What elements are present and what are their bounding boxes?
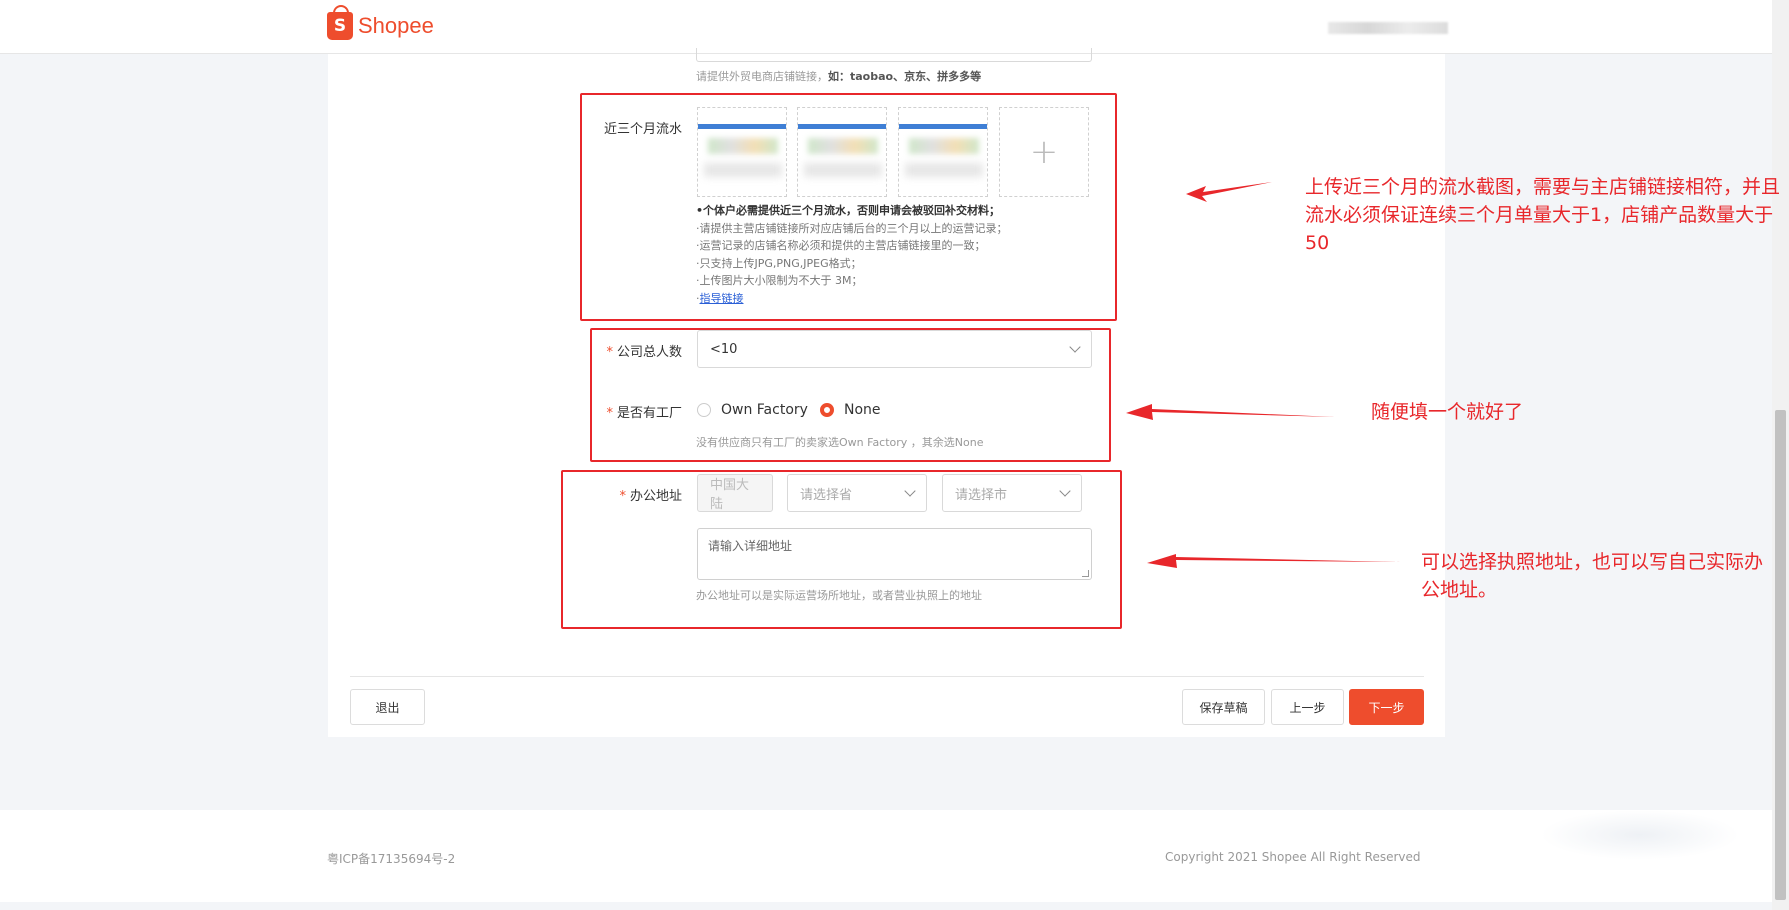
arrow-icon-3 — [1147, 554, 1400, 568]
annotation-turnover: 上传近三个月的流水截图，需要与主店铺链接相符，并且流水必须保证连续三个月单量大于… — [1305, 176, 1781, 254]
annotation-factory: 随便填一个就好了 — [1371, 401, 1524, 423]
blur-artifact — [1540, 810, 1740, 860]
arrow-icon-2 — [1126, 404, 1335, 420]
arrow-icon-1 — [1186, 182, 1272, 202]
icp-number[interactable]: 粤ICP备17135694号-2 — [327, 850, 455, 867]
annotation-arrows — [1126, 182, 1400, 568]
annotation-address: 可以选择执照地址，也可以写自己实际办公地址。 — [1421, 551, 1764, 601]
copyright-text: Copyright 2021 Shopee All Right Reserved — [1165, 850, 1421, 864]
page-footer: 粤ICP备17135694号-2 Copyright 2021 Shopee A… — [0, 810, 1772, 902]
